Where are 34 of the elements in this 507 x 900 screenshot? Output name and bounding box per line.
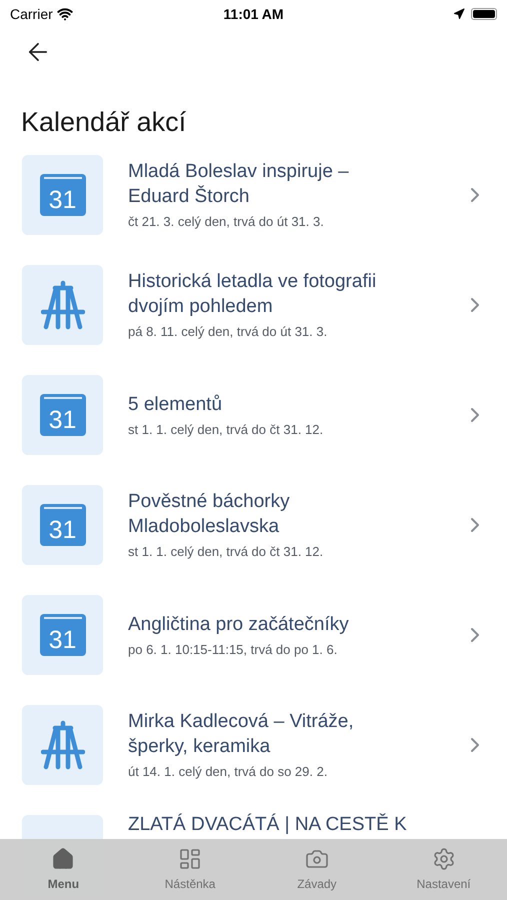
event-date: st 1. 1. celý den, trvá do čt 31. 12. <box>128 543 324 561</box>
calendar-icon: 31 <box>40 504 86 546</box>
event-title: Historická letadla ve fotografii dvojím pohledem <box>128 270 378 319</box>
event-row[interactable]: 31 Pověstné báchorky Mladoboleslavska st 1. 1. celý den, trvá do čt 31. 12. <box>0 485 507 595</box>
easel-icon <box>40 280 84 330</box>
event-date: út 14. 1. celý den, trvá do so 29. 2. <box>128 763 328 781</box>
calendar-icon: 31 <box>40 174 86 216</box>
event-title: 5 elementů <box>128 392 224 416</box>
event-title: Angličtina pro začátečníky <box>128 612 350 636</box>
event-date: po 6. 1. 10:15-11:15, trvá do po 1. 6. <box>128 640 338 658</box>
battery-icon <box>471 8 497 20</box>
calendar-icon: 31 <box>40 394 86 436</box>
carrier-label: Carrier <box>10 4 53 24</box>
calendar-icon: 31 <box>40 614 86 656</box>
event-title: Mladá Boleslav inspiruje – Eduard Štorch <box>128 160 350 209</box>
event-date: čt 21. 3. celý den, trvá do út 31. 3. <box>128 213 325 231</box>
event-date: st 1. 1. celý den, trvá do čt 31. 12. <box>128 420 324 438</box>
page-title: Kalendář akcí <box>21 106 188 139</box>
gear-icon <box>432 846 456 870</box>
event-row[interactable]: 31 Angličtina pro začátečníky po 6. 1. 10:15-11:15, trvá do po 1. 6. <box>0 595 507 705</box>
event-row[interactable]: Historická letadla ve fotografii dvojím pohledem pá 8. 11. celý den, trvá do út 31. 3. <box>0 265 507 375</box>
event-title: Mirka Kadlecová – Vitráže, šperky, keramika <box>128 710 355 759</box>
home-icon <box>51 846 76 870</box>
event-row[interactable]: 31 5 elementů st 1. 1. celý den, trvá do čt 31. 12. <box>0 375 507 485</box>
board-icon <box>178 846 202 870</box>
location-icon <box>453 8 465 20</box>
event-row[interactable]: 31 Mladá Boleslav inspiruje – Eduard Štorch čt 21. 3. celý den, trvá do út 31. 3. <box>0 155 507 265</box>
easel-icon <box>40 720 84 770</box>
tab[interactable]: Menu <box>0 839 127 900</box>
wifi-icon <box>56 6 73 22</box>
event-title: Pověstné báchorky Mladoboleslavska <box>128 490 291 539</box>
event-title: ZLATÁ DVACÁTÁ | NA CESTĚ K <box>128 812 407 837</box>
clock: 11:01 AM <box>222 4 285 24</box>
event-date: pá 8. 11. celý den, trvá do út 31. 3. <box>128 323 328 341</box>
